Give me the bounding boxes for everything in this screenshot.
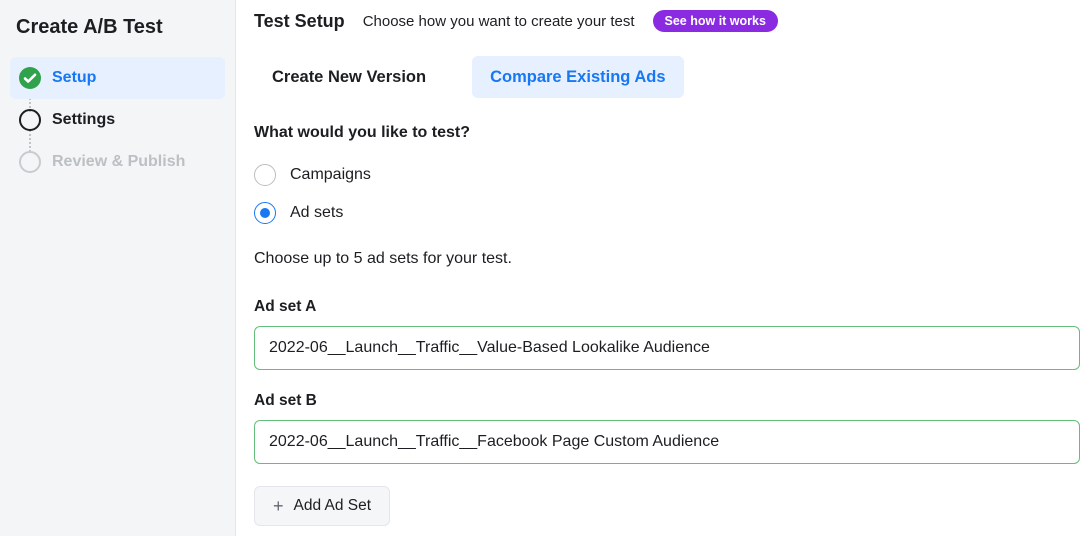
test-variable-question: What would you like to test? bbox=[254, 124, 1080, 142]
section-title: Test Setup bbox=[254, 11, 345, 32]
radio-ad-sets[interactable]: Ad sets bbox=[254, 194, 1080, 232]
pill-label: See how it works bbox=[665, 14, 766, 28]
adset-b-value: 2022-06__Launch__Traffic__Facebook Page … bbox=[269, 433, 719, 451]
adset-block-b: Ad set B 2022-06__Launch__Traffic__Faceb… bbox=[254, 392, 1080, 464]
tab-label: Create New Version bbox=[272, 68, 426, 87]
helper-text: Choose up to 5 ad sets for your test. bbox=[254, 250, 1080, 268]
sidebar-title: Create A/B Test bbox=[10, 12, 225, 57]
tab-label: Compare Existing Ads bbox=[490, 68, 665, 87]
sidebar-step-review-publish[interactable]: Review & Publish bbox=[10, 141, 225, 183]
tab-compare-existing-ads[interactable]: Compare Existing Ads bbox=[472, 56, 683, 98]
adset-a-select[interactable]: 2022-06__Launch__Traffic__Value-Based Lo… bbox=[254, 326, 1080, 370]
sidebar-step-settings[interactable]: Settings bbox=[10, 99, 225, 141]
radio-icon bbox=[254, 202, 276, 224]
sidebar-step-label: Settings bbox=[42, 111, 115, 129]
see-how-it-works-pill[interactable]: See how it works bbox=[653, 10, 778, 32]
plus-icon: + bbox=[273, 497, 284, 515]
sidebar: Create A/B Test Setup Settings bbox=[0, 0, 236, 536]
adset-a-value: 2022-06__Launch__Traffic__Value-Based Lo… bbox=[269, 339, 710, 357]
section-subtitle: Choose how you want to create your test bbox=[363, 13, 635, 30]
adset-b-label: Ad set B bbox=[254, 392, 1080, 410]
main-panel: Test Setup Choose how you want to create… bbox=[236, 0, 1080, 536]
radio-label: Ad sets bbox=[276, 204, 343, 222]
sidebar-step-setup[interactable]: Setup bbox=[10, 57, 225, 99]
adset-block-a: Ad set A 2022-06__Launch__Traffic__Value… bbox=[254, 298, 1080, 370]
subtabs: Create New Version Compare Existing Ads bbox=[254, 56, 1080, 98]
adset-a-label: Ad set A bbox=[254, 298, 1080, 316]
add-ad-set-button[interactable]: + Add Ad Set bbox=[254, 486, 390, 526]
add-ad-set-label: Add Ad Set bbox=[294, 497, 372, 515]
sidebar-step-label: Review & Publish bbox=[42, 153, 185, 171]
radio-group: Campaigns Ad sets bbox=[254, 156, 1080, 232]
adset-b-select[interactable]: 2022-06__Launch__Traffic__Facebook Page … bbox=[254, 420, 1080, 464]
ring-icon bbox=[18, 150, 42, 174]
radio-label: Campaigns bbox=[276, 166, 371, 184]
tab-create-new-version[interactable]: Create New Version bbox=[254, 56, 444, 98]
check-circle-icon bbox=[18, 66, 42, 90]
sidebar-step-label: Setup bbox=[42, 69, 96, 87]
radio-campaigns[interactable]: Campaigns bbox=[254, 156, 1080, 194]
header-row: Test Setup Choose how you want to create… bbox=[254, 10, 1080, 32]
ring-icon bbox=[18, 108, 42, 132]
radio-icon bbox=[254, 164, 276, 186]
